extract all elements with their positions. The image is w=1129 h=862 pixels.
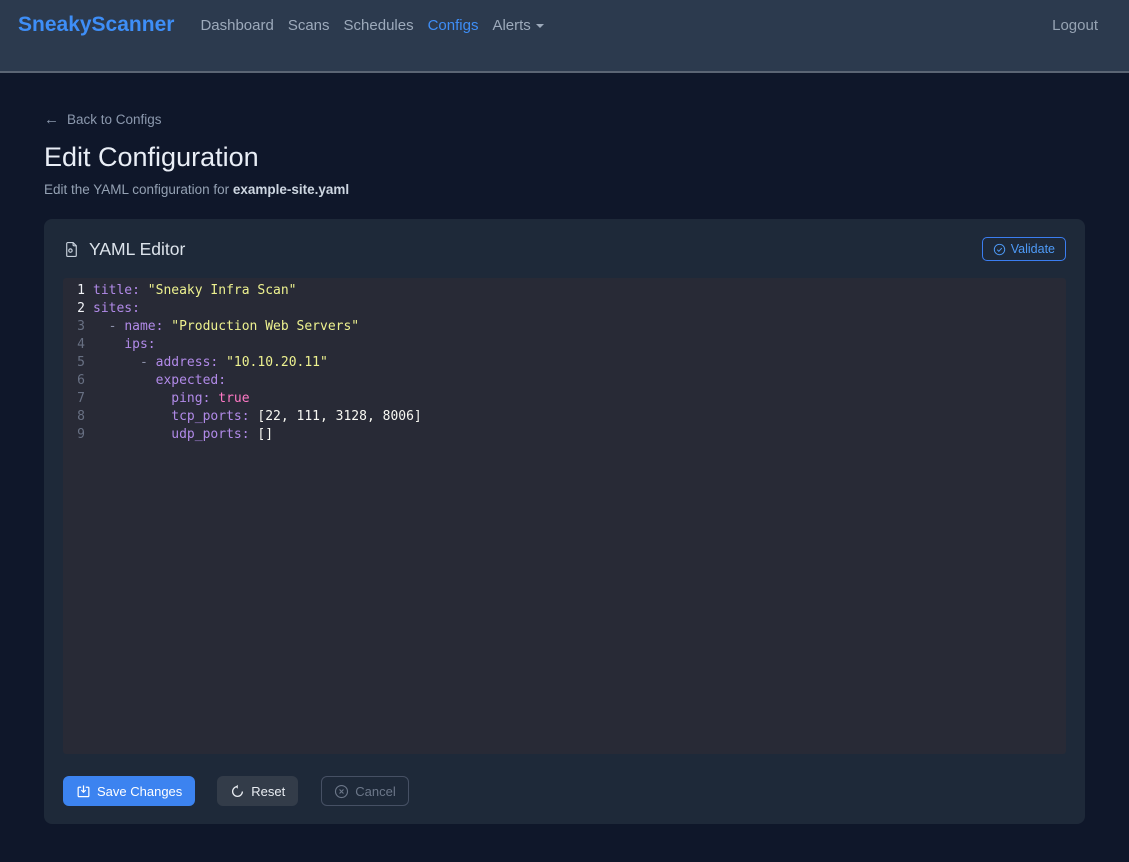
save-icon	[76, 784, 91, 799]
nav-item-configs[interactable]: Configs	[421, 17, 486, 34]
code-text: expected:	[93, 372, 226, 390]
line-number: 7	[63, 390, 85, 408]
line-number: 2	[63, 300, 85, 318]
code-text: sites:	[93, 300, 140, 318]
editor-actions: Save Changes Reset Cancel	[63, 776, 1066, 806]
cancel-button-label: Cancel	[355, 784, 395, 799]
nav-links: Dashboard Scans Schedules Configs Alerts	[193, 17, 550, 34]
code-text: udp_ports: []	[93, 426, 273, 444]
chevron-down-icon	[536, 24, 544, 28]
validate-button-label: Validate	[1011, 242, 1055, 256]
code-line: 7 ping: true	[63, 390, 1066, 408]
config-filename: example-site.yaml	[233, 182, 349, 197]
code-text: - name: "Production Web Servers"	[93, 318, 359, 336]
back-to-configs-link[interactable]: ← Back to Configs	[44, 112, 162, 127]
x-circle-icon	[334, 784, 349, 799]
navbar-inner: SneakyScanner Dashboard Scans Schedules …	[18, 0, 1098, 50]
brand-link[interactable]: SneakyScanner	[18, 13, 174, 37]
code-line: 5 - address: "10.10.20.11"	[63, 354, 1066, 372]
code-text: ping: true	[93, 390, 250, 408]
reset-button-label: Reset	[251, 784, 285, 799]
check-circle-icon	[993, 243, 1006, 256]
line-number: 8	[63, 408, 85, 426]
code-lines: 1title: "Sneaky Infra Scan"2sites:3 - na…	[63, 282, 1066, 444]
validate-button[interactable]: Validate	[982, 237, 1066, 261]
line-number: 5	[63, 354, 85, 372]
code-line: 2 sites:	[63, 300, 1066, 318]
nav-item-schedules[interactable]: Schedules	[337, 17, 421, 34]
page-title: Edit Configuration	[44, 142, 1085, 173]
back-arrow-icon: ←	[44, 112, 59, 127]
nav-item-scans[interactable]: Scans	[281, 17, 337, 34]
save-button-label: Save Changes	[97, 784, 182, 799]
nav-item-dashboard[interactable]: Dashboard	[193, 17, 280, 34]
nav-item-alerts-label: Alerts	[492, 17, 530, 34]
line-number: 3	[63, 318, 85, 336]
code-line: 6 expected:	[63, 372, 1066, 390]
back-link-label: Back to Configs	[67, 112, 162, 127]
code-line: 9 udp_ports: []	[63, 426, 1066, 444]
cancel-button[interactable]: Cancel	[321, 776, 408, 806]
code-text: tcp_ports: [22, 111, 3128, 8006]	[93, 408, 422, 426]
code-line: 3 - name: "Production Web Servers"	[63, 318, 1066, 336]
page-subtitle: Edit the YAML configuration for example-…	[44, 182, 1085, 197]
yaml-code-editor[interactable]: 1title: "Sneaky Infra Scan"2sites:3 - na…	[63, 278, 1066, 754]
save-changes-button[interactable]: Save Changes	[63, 776, 195, 806]
reset-button[interactable]: Reset	[217, 776, 298, 806]
main-content: ← Back to Configs Edit Configuration Edi…	[0, 73, 1129, 824]
file-code-icon	[63, 241, 80, 258]
card-title-label: YAML Editor	[89, 239, 185, 260]
reset-counterclockwise-icon	[230, 784, 245, 799]
code-line: 8 tcp_ports: [22, 111, 3128, 8006]	[63, 408, 1066, 426]
code-text: - address: "10.10.20.11"	[93, 354, 328, 372]
code-text: title: "Sneaky Infra Scan"	[93, 282, 297, 300]
line-number: 1	[63, 282, 85, 300]
yaml-editor-card: YAML Editor Validate 1 title: "Sneaky Inf…	[44, 219, 1085, 824]
nav-item-alerts-dropdown[interactable]: Alerts	[485, 17, 550, 34]
line-number: 4	[63, 336, 85, 354]
line-number: 9	[63, 426, 85, 444]
card-header: YAML Editor Validate	[63, 235, 1066, 263]
logout-link[interactable]: Logout	[1052, 17, 1098, 34]
code-text: ips:	[93, 336, 156, 354]
line-number: 6	[63, 372, 85, 390]
navbar: SneakyScanner Dashboard Scans Schedules …	[0, 0, 1129, 73]
subtitle-text: Edit the YAML configuration for	[44, 182, 233, 197]
code-line: 4 ips:	[63, 336, 1066, 354]
card-title: YAML Editor	[63, 239, 185, 260]
code-line: 1 title: "Sneaky Infra Scan"	[63, 282, 1066, 300]
